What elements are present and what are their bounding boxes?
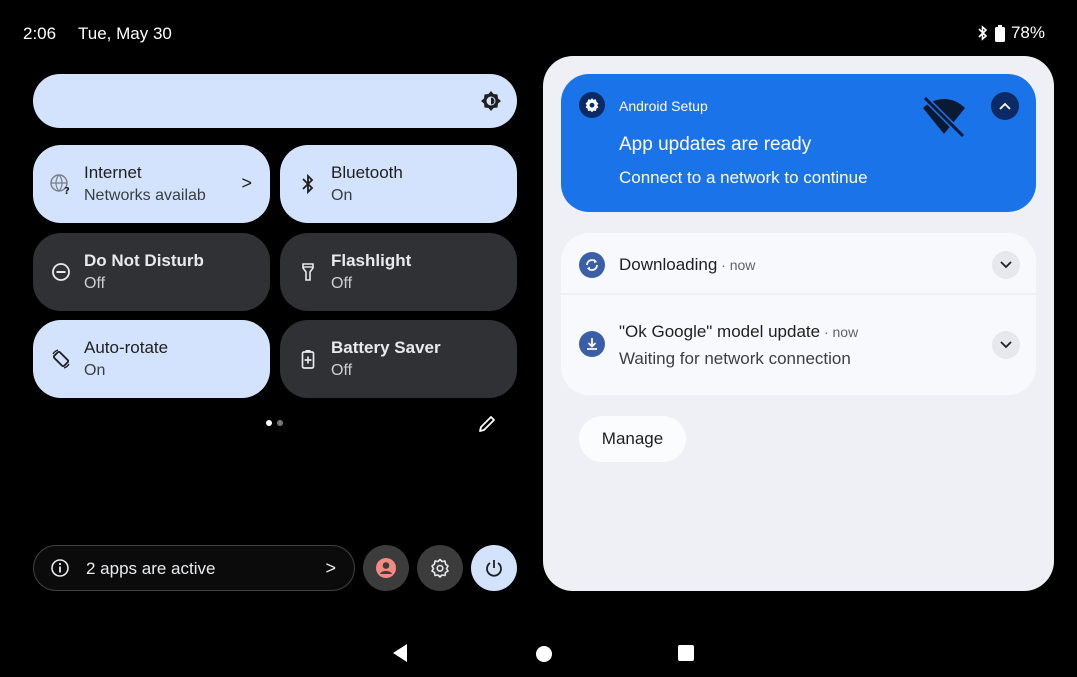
status-icons: 78% xyxy=(977,23,1045,43)
battery-percent: 78% xyxy=(1010,23,1045,42)
notification-title-line: "Ok Google" model update · now xyxy=(619,322,858,342)
tile-auto-rotate-status: On xyxy=(84,362,106,379)
brightness-slider[interactable] xyxy=(33,74,517,128)
page-indicator xyxy=(266,420,283,426)
svg-text:?: ? xyxy=(64,186,70,194)
auto-rotate-icon xyxy=(49,347,73,371)
flashlight-icon xyxy=(296,260,320,284)
collapse-notification-button[interactable] xyxy=(991,92,1019,120)
active-apps-button[interactable]: 2 apps are active > xyxy=(33,545,355,591)
tile-battery-saver-title: Battery Saver xyxy=(331,338,441,357)
notification-text: Waiting for network connection xyxy=(619,349,851,368)
sync-icon xyxy=(579,252,605,278)
tile-battery-saver[interactable]: Battery Saver Off xyxy=(280,320,517,398)
home-icon[interactable] xyxy=(536,646,552,662)
tile-internet-title: Internet xyxy=(84,163,142,182)
tile-bluetooth[interactable]: Bluetooth On xyxy=(280,145,517,223)
android-screen: 2:06 Tue, May 30 78% ? Internet Networks… xyxy=(6,8,1071,677)
tile-battery-saver-status: Off xyxy=(331,362,353,379)
setup-gear-icon xyxy=(579,92,605,118)
wifi-off-icon xyxy=(922,95,966,139)
notification-title-line: Downloading · now xyxy=(619,255,755,275)
do-not-disturb-icon xyxy=(49,260,73,284)
power-icon xyxy=(486,560,502,577)
brightness-icon xyxy=(481,91,501,111)
tile-bluetooth-title: Bluetooth xyxy=(331,163,403,182)
tile-auto-rotate[interactable]: Auto-rotate On xyxy=(33,320,270,398)
notification-time: · now xyxy=(717,257,756,273)
expand-notification-button[interactable] xyxy=(992,331,1020,359)
notification-group: Downloading · now "Ok Google" model upda… xyxy=(561,233,1036,395)
chevron-down-icon xyxy=(1000,341,1012,349)
notification-ok-google-update[interactable]: "Ok Google" model update · now Waiting f… xyxy=(561,297,1036,395)
tile-do-not-disturb[interactable]: Do Not Disturb Off xyxy=(33,233,270,311)
edit-pencil-icon[interactable] xyxy=(476,413,498,435)
battery-saver-icon xyxy=(296,347,320,371)
tile-flashlight[interactable]: Flashlight Off xyxy=(280,233,517,311)
chevron-right-icon[interactable]: > xyxy=(241,173,252,194)
manage-notifications-button[interactable]: Manage xyxy=(579,416,686,462)
notification-title: App updates are ready xyxy=(619,134,812,155)
active-apps-label: 2 apps are active xyxy=(86,559,216,578)
tile-internet-status: Networks availab xyxy=(84,187,206,204)
status-bar: 2:06 Tue, May 30 78% xyxy=(6,8,1071,58)
page-dot-active xyxy=(266,420,272,426)
expand-notification-button[interactable] xyxy=(992,251,1020,279)
notification-android-setup[interactable]: Android Setup App updates are ready Conn… xyxy=(561,74,1036,212)
notification-title: "Ok Google" model update xyxy=(619,322,821,341)
notification-app-name: Android Setup xyxy=(619,98,708,114)
status-time: 2:06 xyxy=(23,24,57,43)
tile-auto-rotate-title: Auto-rotate xyxy=(84,338,169,357)
navigation-bar xyxy=(6,636,1071,672)
tile-dnd-status: Off xyxy=(84,275,106,292)
battery-icon xyxy=(994,24,1005,42)
page-dot xyxy=(277,420,283,426)
tile-flashlight-status: Off xyxy=(331,275,353,292)
chevron-right-icon: > xyxy=(325,558,336,578)
bluetooth-icon xyxy=(296,172,320,196)
wifi-unknown-icon: ? xyxy=(49,172,73,196)
tile-bluetooth-status: On xyxy=(331,187,353,204)
chevron-down-icon xyxy=(1000,261,1012,269)
settings-button[interactable] xyxy=(417,545,463,591)
status-date: Tue, May 30 xyxy=(78,24,172,43)
bluetooth-icon xyxy=(978,25,988,41)
notification-title: Downloading xyxy=(619,255,718,274)
gear-icon xyxy=(431,558,449,578)
download-icon xyxy=(579,331,605,357)
chevron-up-icon xyxy=(999,102,1011,110)
tile-flashlight-title: Flashlight xyxy=(331,251,412,270)
back-icon[interactable] xyxy=(391,642,409,664)
power-button[interactable] xyxy=(471,545,517,591)
tile-dnd-title: Do Not Disturb xyxy=(84,251,204,270)
user-switcher-button[interactable] xyxy=(363,545,409,591)
tile-internet[interactable]: ? Internet Networks availab > xyxy=(33,145,270,223)
notification-time: · now xyxy=(820,324,859,340)
recents-icon[interactable] xyxy=(678,645,694,661)
notification-text: Connect to a network to continue xyxy=(619,168,868,187)
notification-shade: Android Setup App updates are ready Conn… xyxy=(543,56,1054,591)
notification-downloading[interactable]: Downloading · now xyxy=(561,233,1036,295)
info-icon xyxy=(51,559,69,577)
user-avatar-icon xyxy=(376,558,396,578)
